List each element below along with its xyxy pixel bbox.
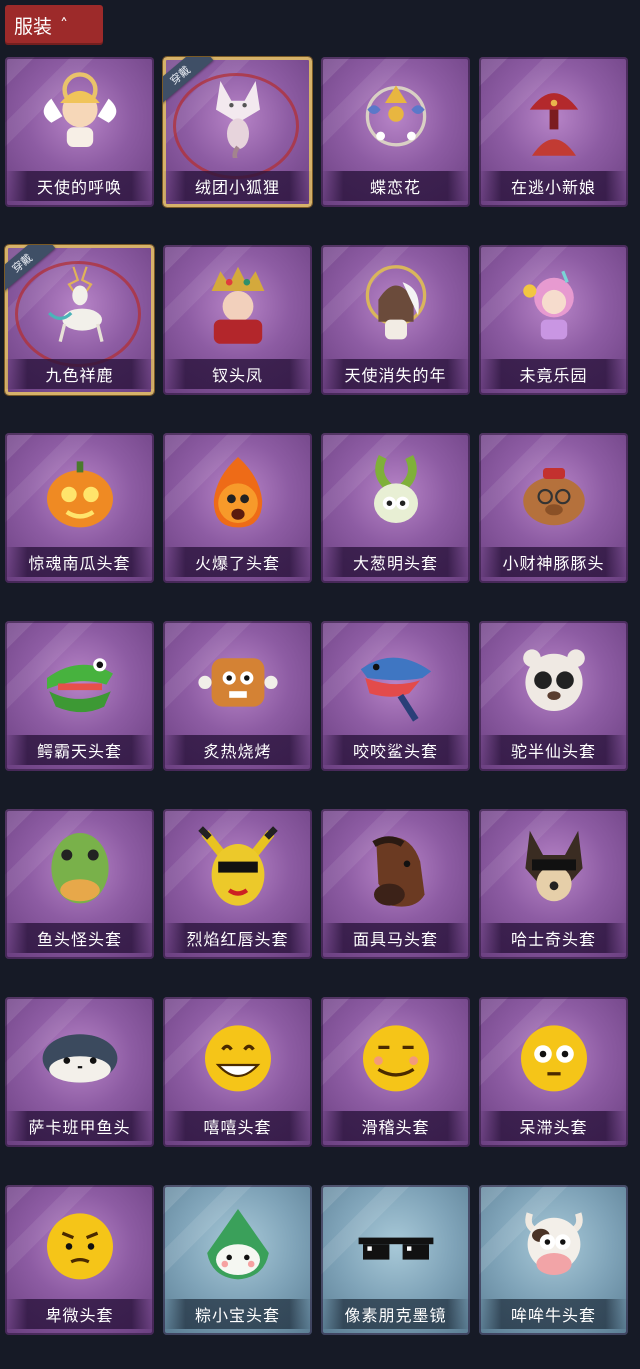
costume-card[interactable]: 钗头凤 <box>163 245 312 395</box>
costume-card[interactable]: 呆滞头套 <box>479 997 628 1147</box>
costume-name: 哞哞牛头套 <box>479 1299 628 1329</box>
costume-name: 在逃小新娘 <box>479 171 628 201</box>
fish-head-icon <box>50 833 109 904</box>
costume-card[interactable]: 驼半仙头套 <box>479 621 628 771</box>
flower-wreath-icon <box>365 85 426 147</box>
costume-name: 面具马头套 <box>321 923 470 953</box>
costume-name: 绒团小狐狸 <box>163 171 312 201</box>
costume-card[interactable]: 炙热烧烤 <box>163 621 312 771</box>
costume-name: 惊魂南瓜头套 <box>5 547 154 577</box>
category-tab-label: 服装 <box>14 15 53 38</box>
costume-name: 大葱明头套 <box>321 547 470 577</box>
costume-name: 未竟乐园 <box>479 359 628 389</box>
costume-name: 九色祥鹿 <box>5 359 154 389</box>
costume-card[interactable]: 惊魂南瓜头套 <box>5 433 154 583</box>
costume-name: 蝶恋花 <box>321 171 470 201</box>
costume-card[interactable]: 萨卡班甲鱼头 <box>5 997 154 1147</box>
costume-card[interactable]: 嘻嘻头套 <box>163 997 312 1147</box>
sacabambaspis-icon <box>42 1034 117 1083</box>
smirk-emoji-icon <box>362 1025 429 1092</box>
costume-name: 钗头凤 <box>163 359 312 389</box>
fox-pendant-icon <box>215 81 260 158</box>
costume-card[interactable]: 面具马头套 <box>321 809 470 959</box>
costume-card[interactable]: 天使的呼唤 <box>5 57 154 207</box>
costume-card[interactable]: 卑微头套 <box>5 1185 154 1335</box>
costume-name: 驼半仙头套 <box>479 735 628 765</box>
costume-card[interactable]: 鱼头怪头套 <box>5 809 154 959</box>
costume-card[interactable]: 滑稽头套 <box>321 997 470 1147</box>
stare-emoji-icon <box>520 1025 587 1092</box>
pixel-sunglasses-icon <box>358 1237 433 1260</box>
pink-girl-icon <box>522 270 574 340</box>
pumpkin-icon <box>46 461 113 528</box>
husky-head-icon <box>524 830 583 902</box>
shark-head-icon <box>360 657 431 722</box>
angel-girl-icon <box>365 265 426 340</box>
costume-name: 鳄霸天头套 <box>5 735 154 765</box>
chevron-up-icon[interactable]: ˄ <box>60 15 68 34</box>
costume-card[interactable]: 像素朋克墨镜 <box>321 1185 470 1335</box>
costume-name: 呆滞头套 <box>479 1111 628 1141</box>
costume-name: 天使消失的年 <box>321 359 470 389</box>
costume-name: 咬咬鲨头套 <box>321 735 470 765</box>
grin-emoji-icon <box>204 1025 271 1092</box>
costume-name: 小财神豚豚头 <box>479 547 628 577</box>
costume-card[interactable]: 烈焰红唇头套 <box>163 809 312 959</box>
costume-card[interactable]: 哞哞牛头套 <box>479 1185 628 1335</box>
costume-card[interactable]: 天使消失的年 <box>321 245 470 395</box>
costume-name: 炙热烧烤 <box>163 735 312 765</box>
costume-card[interactable]: 粽小宝头套 <box>163 1185 312 1335</box>
horse-head-icon <box>371 836 425 907</box>
costume-name: 滑稽头套 <box>321 1111 470 1141</box>
angel-doll-icon <box>43 72 116 147</box>
costume-card[interactable]: 穿戴 绒团小狐狸 <box>163 57 312 207</box>
capybara-head-icon <box>522 468 585 526</box>
bear-head-icon <box>522 649 585 711</box>
costume-name: 萨卡班甲鱼头 <box>5 1111 154 1141</box>
costume-card[interactable]: 未竟乐园 <box>479 245 628 395</box>
costume-card[interactable]: 蝶恋花 <box>321 57 470 207</box>
costume-name: 天使的呼唤 <box>5 171 154 201</box>
costume-name: 嘻嘻头套 <box>163 1111 312 1141</box>
fire-head-icon <box>213 457 262 528</box>
cow-head-icon <box>524 1212 583 1275</box>
category-tab-costume[interactable]: 服装 ˄ <box>5 5 103 45</box>
costume-name: 像素朋克墨镜 <box>321 1299 470 1329</box>
costume-name: 哈士奇头套 <box>479 923 628 953</box>
scallion-head-icon <box>373 455 418 523</box>
costume-card[interactable]: 鳄霸天头套 <box>5 621 154 771</box>
yellow-mouse-head-icon <box>197 826 278 906</box>
costume-card[interactable]: 穿戴 九色祥鹿 <box>5 245 154 395</box>
item-grid: 天使的呼唤 穿戴 绒团小狐狸 蝶恋花 在逃小新娘穿戴 九色祥鹿 钗头凤 天使消失的年 未竟乐园惊… <box>5 57 628 1335</box>
costume-card[interactable]: 在逃小新娘 <box>479 57 628 207</box>
costume-name: 烈焰红唇头套 <box>163 923 312 953</box>
costume-name: 粽小宝头套 <box>163 1299 312 1329</box>
crocodile-head-icon <box>46 658 113 713</box>
bbq-meat-icon <box>197 658 278 707</box>
bride-lamp-icon <box>529 93 578 156</box>
costume-card[interactable]: 小财神豚豚头 <box>479 433 628 583</box>
humble-emoji-icon <box>46 1213 113 1280</box>
costume-name: 火爆了头套 <box>163 547 312 577</box>
costume-name: 卑微头套 <box>5 1299 154 1329</box>
costume-card[interactable]: 哈士奇头套 <box>479 809 628 959</box>
zongzi-head-icon <box>206 1209 269 1280</box>
costume-card[interactable]: 火爆了头套 <box>163 433 312 583</box>
phoenix-crown-icon <box>211 266 264 344</box>
costume-name: 鱼头怪头套 <box>5 923 154 953</box>
costume-card[interactable]: 大葱明头套 <box>321 433 470 583</box>
deer-pendant-icon <box>47 266 104 343</box>
costume-card[interactable]: 咬咬鲨头套 <box>321 621 470 771</box>
